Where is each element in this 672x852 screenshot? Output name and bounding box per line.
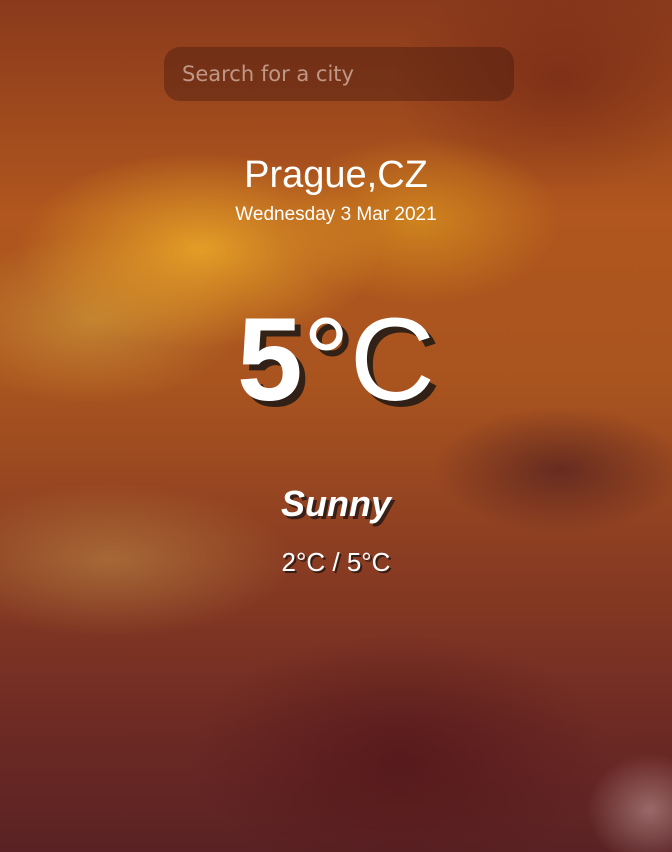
search-box[interactable] xyxy=(164,47,514,101)
weather-condition: Sunny xyxy=(280,483,391,524)
temperature-range: 2°C / 5°C xyxy=(281,547,391,577)
temperature-unit: °C xyxy=(302,294,436,426)
location-name: Prague,CZ xyxy=(244,154,428,196)
temperature-value: 5 xyxy=(236,294,303,426)
current-date: Wednesday 3 Mar 2021 xyxy=(235,204,437,225)
search-input[interactable] xyxy=(164,47,514,101)
current-temperature: 5°C xyxy=(0,295,672,425)
